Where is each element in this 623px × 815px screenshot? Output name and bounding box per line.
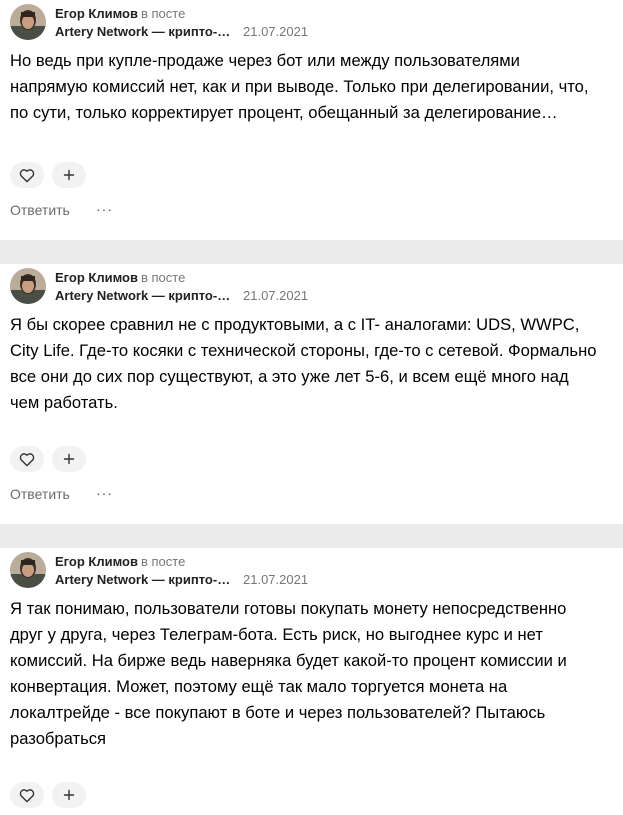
add-reaction-button[interactable] xyxy=(52,782,86,808)
plus-icon xyxy=(63,453,75,465)
in-post-label: в посте xyxy=(140,6,186,21)
comment-card: Егор Климов в посте Artery Network — крип… xyxy=(0,548,623,815)
like-button[interactable] xyxy=(10,446,44,472)
comment-text: Я так понимаю, пользователи готовы покуп… xyxy=(10,599,567,748)
author-line: Егор Климов в посте xyxy=(55,270,185,286)
comment-header: Егор Климов в посте Artery Network — крип… xyxy=(10,552,610,592)
meta-line: Artery Network — крипто-sca… 21.07.2021 xyxy=(55,288,308,304)
comments-feed: Егор Климов в посте Artery Network — крип… xyxy=(0,0,623,815)
comment-card: Егор Климов в посте Artery Network — крип… xyxy=(0,264,623,524)
author-name[interactable]: Егор Климов xyxy=(55,270,138,285)
comment-card: Егор Климов в посте Artery Network — крип… xyxy=(0,0,623,240)
like-button[interactable] xyxy=(10,782,44,808)
comment-date: 21.07.2021 xyxy=(243,288,309,303)
author-line: Егор Климов в посте xyxy=(55,6,185,22)
author-line: Егор Климов в посте xyxy=(55,554,185,570)
plus-icon xyxy=(63,169,75,181)
plus-icon xyxy=(63,789,75,801)
in-post-label: в посте xyxy=(140,270,186,285)
comment-text: Я бы скорее сравнил не с продуктовыми, а… xyxy=(10,315,597,412)
author-name[interactable]: Егор Климов xyxy=(55,554,138,569)
heart-outline-icon xyxy=(19,452,35,466)
avatar[interactable] xyxy=(10,4,46,40)
reply-button[interactable]: Ответить xyxy=(10,484,70,504)
post-link[interactable]: Artery Network — крипто-sca… xyxy=(55,288,237,304)
comment-text: Но ведь при купле-продаже через бот или … xyxy=(10,51,589,122)
reply-button[interactable]: Ответить xyxy=(10,200,70,220)
author-name[interactable]: Егор Климов xyxy=(55,6,138,21)
heart-outline-icon xyxy=(19,788,35,802)
in-post-label: в посте xyxy=(140,554,186,569)
add-reaction-button[interactable] xyxy=(52,446,86,472)
add-reaction-button[interactable] xyxy=(52,162,86,188)
more-options-icon[interactable]: ··· xyxy=(96,200,113,218)
post-link[interactable]: Artery Network — крипто-sca… xyxy=(55,572,237,588)
avatar[interactable] xyxy=(10,268,46,304)
meta-line: Artery Network — крипто-sca… 21.07.2021 xyxy=(55,24,308,40)
comment-header: Егор Климов в посте Artery Network — крип… xyxy=(10,268,610,308)
comment-date: 21.07.2021 xyxy=(243,24,309,39)
post-link[interactable]: Artery Network — крипто-sca… xyxy=(55,24,237,40)
comment-date: 21.07.2021 xyxy=(243,572,309,587)
like-button[interactable] xyxy=(10,162,44,188)
comment-header: Егор Климов в посте Artery Network — крип… xyxy=(10,4,610,44)
meta-line: Artery Network — крипто-sca… 21.07.2021 xyxy=(55,572,308,588)
avatar[interactable] xyxy=(10,552,46,588)
heart-outline-icon xyxy=(19,168,35,182)
more-options-icon[interactable]: ··· xyxy=(96,484,113,502)
